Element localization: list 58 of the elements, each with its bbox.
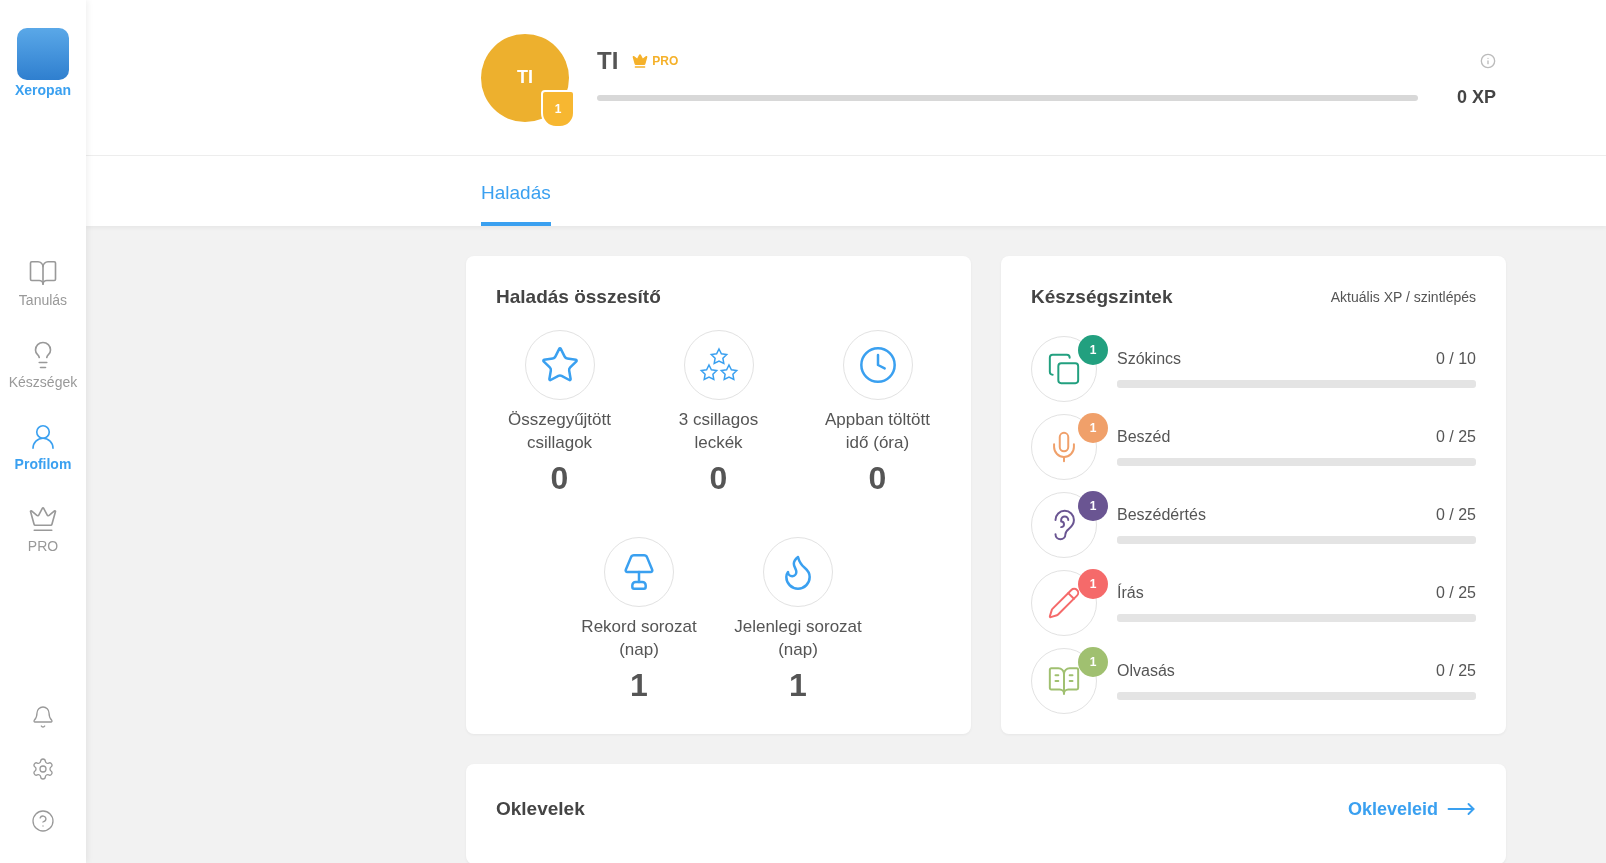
level-badge: 1 [1078, 569, 1108, 599]
tab[interactable]: Haladás [481, 182, 551, 226]
logo-icon [17, 28, 69, 80]
level-badge: 1 [1078, 335, 1108, 365]
skill-xp: 0 / 25 [1435, 428, 1476, 446]
avatar-initials: TI [517, 67, 533, 88]
sidebar-item[interactable]: PRO [27, 504, 59, 554]
level-badge: 1 [1078, 413, 1108, 443]
skill-name: Beszéd [1117, 428, 1171, 446]
stat-value: 1 [630, 667, 648, 704]
skill-name: Írás [1117, 584, 1144, 602]
certificates-link[interactable]: Okleveleid [1347, 794, 1476, 824]
settings-icon[interactable] [31, 757, 55, 781]
book-icon [1047, 664, 1081, 698]
level-badge: 1 [1078, 647, 1108, 677]
cards-icon [1047, 352, 1081, 386]
help-icon[interactable] [31, 809, 55, 833]
skill-xp: 0 / 25 [1435, 662, 1476, 680]
stat-label: 3 csillagos leckék [677, 409, 760, 454]
crown-icon [632, 53, 649, 69]
stat-label: Appban töltött idő (óra) [824, 409, 931, 454]
stat-label: Jelenlegi sorozat (nap) [734, 616, 862, 661]
card-title: Haladás összesítő [496, 286, 662, 308]
stat-value: 0 [550, 460, 569, 497]
skill-xp: 0 / 25 [1435, 584, 1476, 602]
skill-name: Szókincs [1117, 350, 1182, 368]
skill-name: Olvasás [1117, 662, 1175, 680]
sidebar-item[interactable]: Profilom [14, 422, 72, 472]
user-name: TI [597, 47, 619, 75]
crown-icon [28, 504, 58, 534]
sidebar-label: Készségek [8, 374, 78, 390]
clock-icon [857, 345, 898, 385]
stat-value: 0 [868, 460, 887, 497]
brand-name: Xeropan [15, 82, 71, 98]
pro-tag: PRO [652, 54, 679, 68]
skill-xp: 0 / 25 [1435, 506, 1476, 524]
level-shield: 1 [541, 89, 575, 128]
xp-value: 0 XP [1455, 87, 1496, 108]
stat-label: Rekord sorozat (nap) [580, 616, 698, 661]
sidebar-label: PRO [27, 538, 59, 554]
sidebar-label: Tanulás [18, 292, 68, 308]
bell-icon[interactable] [31, 705, 55, 729]
pencil-icon [1047, 586, 1081, 620]
sidebar-item[interactable]: Készségek [8, 340, 78, 390]
three-stars-icon [698, 347, 739, 383]
skill-name: Beszédértés [1117, 506, 1206, 524]
stat-value: 0 [709, 460, 728, 497]
card-title: Oklevelek [496, 798, 585, 820]
skill-xp: 0 / 10 [1435, 350, 1476, 368]
book-icon [28, 258, 58, 288]
level-badge: 1 [1078, 491, 1108, 521]
column-hint: Aktuális XP / szintlépés [1330, 289, 1476, 305]
info-icon[interactable] [1480, 53, 1496, 69]
sidebar-item[interactable]: Tanulás [18, 258, 68, 308]
sidebar-label: Profilom [14, 456, 72, 472]
card-title: Készségszintek [1031, 286, 1173, 308]
stat-value: 1 [789, 667, 807, 704]
stat-label: Összegyűjtött csillagok [507, 409, 612, 454]
